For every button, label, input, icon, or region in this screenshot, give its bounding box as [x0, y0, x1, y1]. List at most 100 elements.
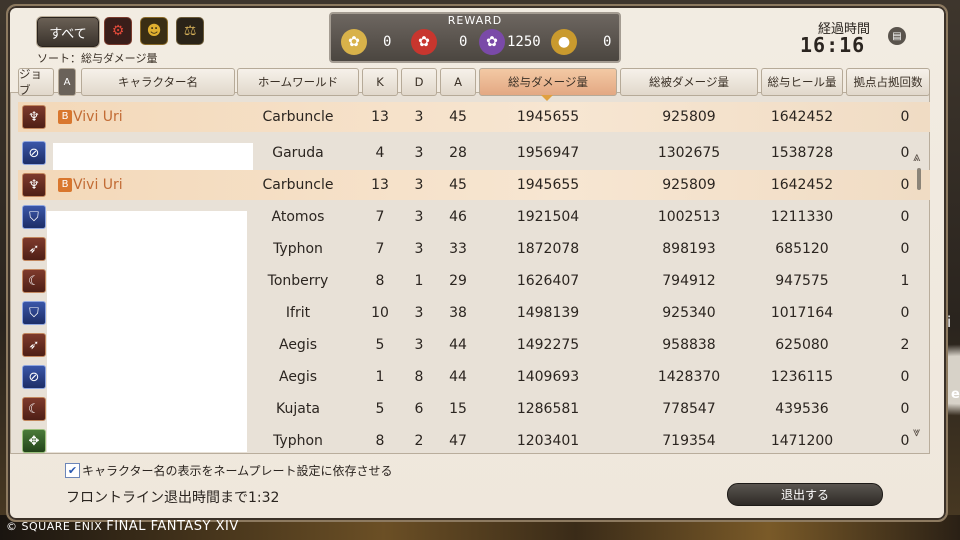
nameplate-checkbox-label[interactable]: キャラクター名の表示をネームプレート設定に依存させる [82, 462, 392, 479]
job-icon: ⊘ [22, 365, 46, 389]
reward-value: 1250 [507, 34, 541, 50]
column-job[interactable]: ジョブ [18, 67, 54, 97]
player-damage-taken: 925809 [662, 177, 716, 193]
alliance-badge: B [58, 110, 72, 124]
reward-value: 0 [459, 34, 468, 50]
player-assists: 44 [449, 337, 467, 353]
redacted-names [47, 211, 247, 452]
job-icon: ♆ [22, 173, 46, 197]
column-deaths[interactable]: D [401, 68, 437, 96]
player-deaths: 6 [414, 401, 424, 417]
redacted-name [53, 143, 253, 170]
scrollbar-thumb[interactable] [917, 168, 921, 190]
player-kills: 5 [375, 337, 385, 353]
copyright-title: FINAL FANTASY XIV [106, 519, 239, 534]
column-damage-taken[interactable]: 総被ダメージ量 [620, 68, 758, 96]
player-damage-taken: 794912 [662, 273, 716, 289]
twin-adder-icon[interactable]: ☻ [140, 17, 168, 45]
player-assists: 38 [449, 305, 467, 321]
scroll-down-icon[interactable]: ⩔ [913, 425, 920, 440]
job-icon: ♆ [22, 105, 46, 129]
player-deaths: 3 [414, 209, 424, 225]
copyright-company: © SQUARE ENIX [6, 520, 103, 533]
player-name-text: Vivi Uri [73, 177, 123, 193]
player-deaths: 3 [414, 337, 424, 353]
player-damage-dealt: 1956947 [516, 145, 580, 161]
column-assists[interactable]: A [440, 68, 476, 96]
alliance-badge: B [58, 178, 72, 192]
reward-title: REWARD [447, 14, 503, 27]
maelstrom-icon[interactable]: ⚙ [104, 17, 132, 45]
player-kills: 8 [375, 433, 385, 449]
player-world: Aegis [278, 337, 317, 353]
player-world: Garuda [272, 145, 324, 161]
red-seal-icon: ✿ [411, 29, 437, 55]
scroll-up-icon[interactable]: ⩓ [913, 150, 920, 165]
log-icon[interactable]: ▤ [888, 27, 906, 45]
player-damage-taken: 1302675 [657, 145, 721, 161]
immortal-flames-icon[interactable]: ⚖ [176, 17, 204, 45]
sort-label: ソート：総与ダメージ量 [37, 52, 158, 65]
player-assists: 47 [449, 433, 467, 449]
player-assists: 15 [449, 401, 467, 417]
column-kills[interactable]: K [362, 68, 398, 96]
filter-all-button[interactable]: すべて [37, 17, 99, 47]
player-damage-dealt: 1945655 [516, 177, 580, 193]
player-damage-dealt: 1945655 [516, 109, 580, 125]
player-deaths: 8 [414, 369, 424, 385]
nameplate-checkbox[interactable]: ✔ [65, 463, 80, 478]
player-damage-dealt: 1203401 [516, 433, 580, 449]
player-world: Carbuncle [262, 109, 334, 125]
column-name[interactable]: キャラクター名 [81, 68, 235, 96]
player-assists: 44 [449, 369, 467, 385]
player-healing: 625080 [775, 337, 829, 353]
player-world: Kujata [276, 401, 320, 417]
player-occupations: 1 [900, 273, 910, 289]
player-occupations: 0 [900, 433, 910, 449]
player-deaths: 3 [414, 241, 424, 257]
player-world: Aegis [278, 369, 317, 385]
player-deaths: 3 [414, 109, 424, 125]
player-assists: 46 [449, 209, 467, 225]
reward-value: 0 [383, 34, 392, 50]
player-damage-taken: 719354 [662, 433, 716, 449]
player-occupations: 2 [900, 337, 910, 353]
player-healing: 1538728 [770, 145, 834, 161]
player-damage-taken: 1428370 [657, 369, 721, 385]
player-damage-dealt: 1872078 [516, 241, 580, 257]
player-occupations: 0 [900, 109, 910, 125]
gold-seal-icon: ✿ [341, 29, 367, 55]
column-alliance-badge[interactable]: A [58, 68, 76, 96]
player-kills: 8 [375, 273, 385, 289]
reward-item: ✿ 0 [411, 27, 467, 57]
player-deaths: 3 [414, 177, 424, 193]
player-healing: 1211330 [770, 209, 834, 225]
reward-box: REWARD ✿ 0 ✿ 0 ✿ 1250 ● 0 [329, 12, 621, 63]
player-damage-taken: 778547 [662, 401, 716, 417]
player-name-text: Vivi Uri [73, 109, 123, 125]
reward-item: ✿ 1250 [479, 27, 541, 57]
reward-value: 0 [603, 34, 612, 50]
player-healing: 439536 [775, 401, 829, 417]
pinned-player-row[interactable]: ♆ B Vivi Uri Carbuncle 13 3 45 1945655 9… [18, 102, 930, 132]
player-damage-dealt: 1409693 [516, 369, 580, 385]
leave-button[interactable]: 退出する [727, 483, 883, 506]
player-healing: 1642452 [770, 177, 834, 193]
column-damage-dealt[interactable]: 総与ダメージ量 [479, 68, 617, 96]
player-row[interactable]: ♆ B Vivi Uri Carbuncle 13 3 45 1945655 925809 164… [18, 170, 930, 200]
column-healing[interactable]: 総与ヒール量 [761, 68, 843, 96]
job-icon: ☾ [22, 397, 46, 421]
player-world: Typhon [273, 433, 323, 449]
leave-timer: フロントライン退出時間まで1:32 [66, 490, 280, 506]
player-kills: 13 [371, 177, 389, 193]
player-damage-taken: 925809 [662, 109, 716, 125]
player-deaths: 3 [414, 305, 424, 321]
column-world[interactable]: ホームワールド [237, 68, 359, 96]
job-icon: ➶ [22, 237, 46, 261]
player-name: B Vivi Uri [58, 170, 123, 200]
player-healing: 1017164 [770, 305, 834, 321]
player-assists: 45 [449, 109, 467, 125]
player-kills: 4 [375, 145, 385, 161]
player-deaths: 3 [414, 145, 424, 161]
column-occupations[interactable]: 拠点占拠回数 [846, 68, 930, 96]
